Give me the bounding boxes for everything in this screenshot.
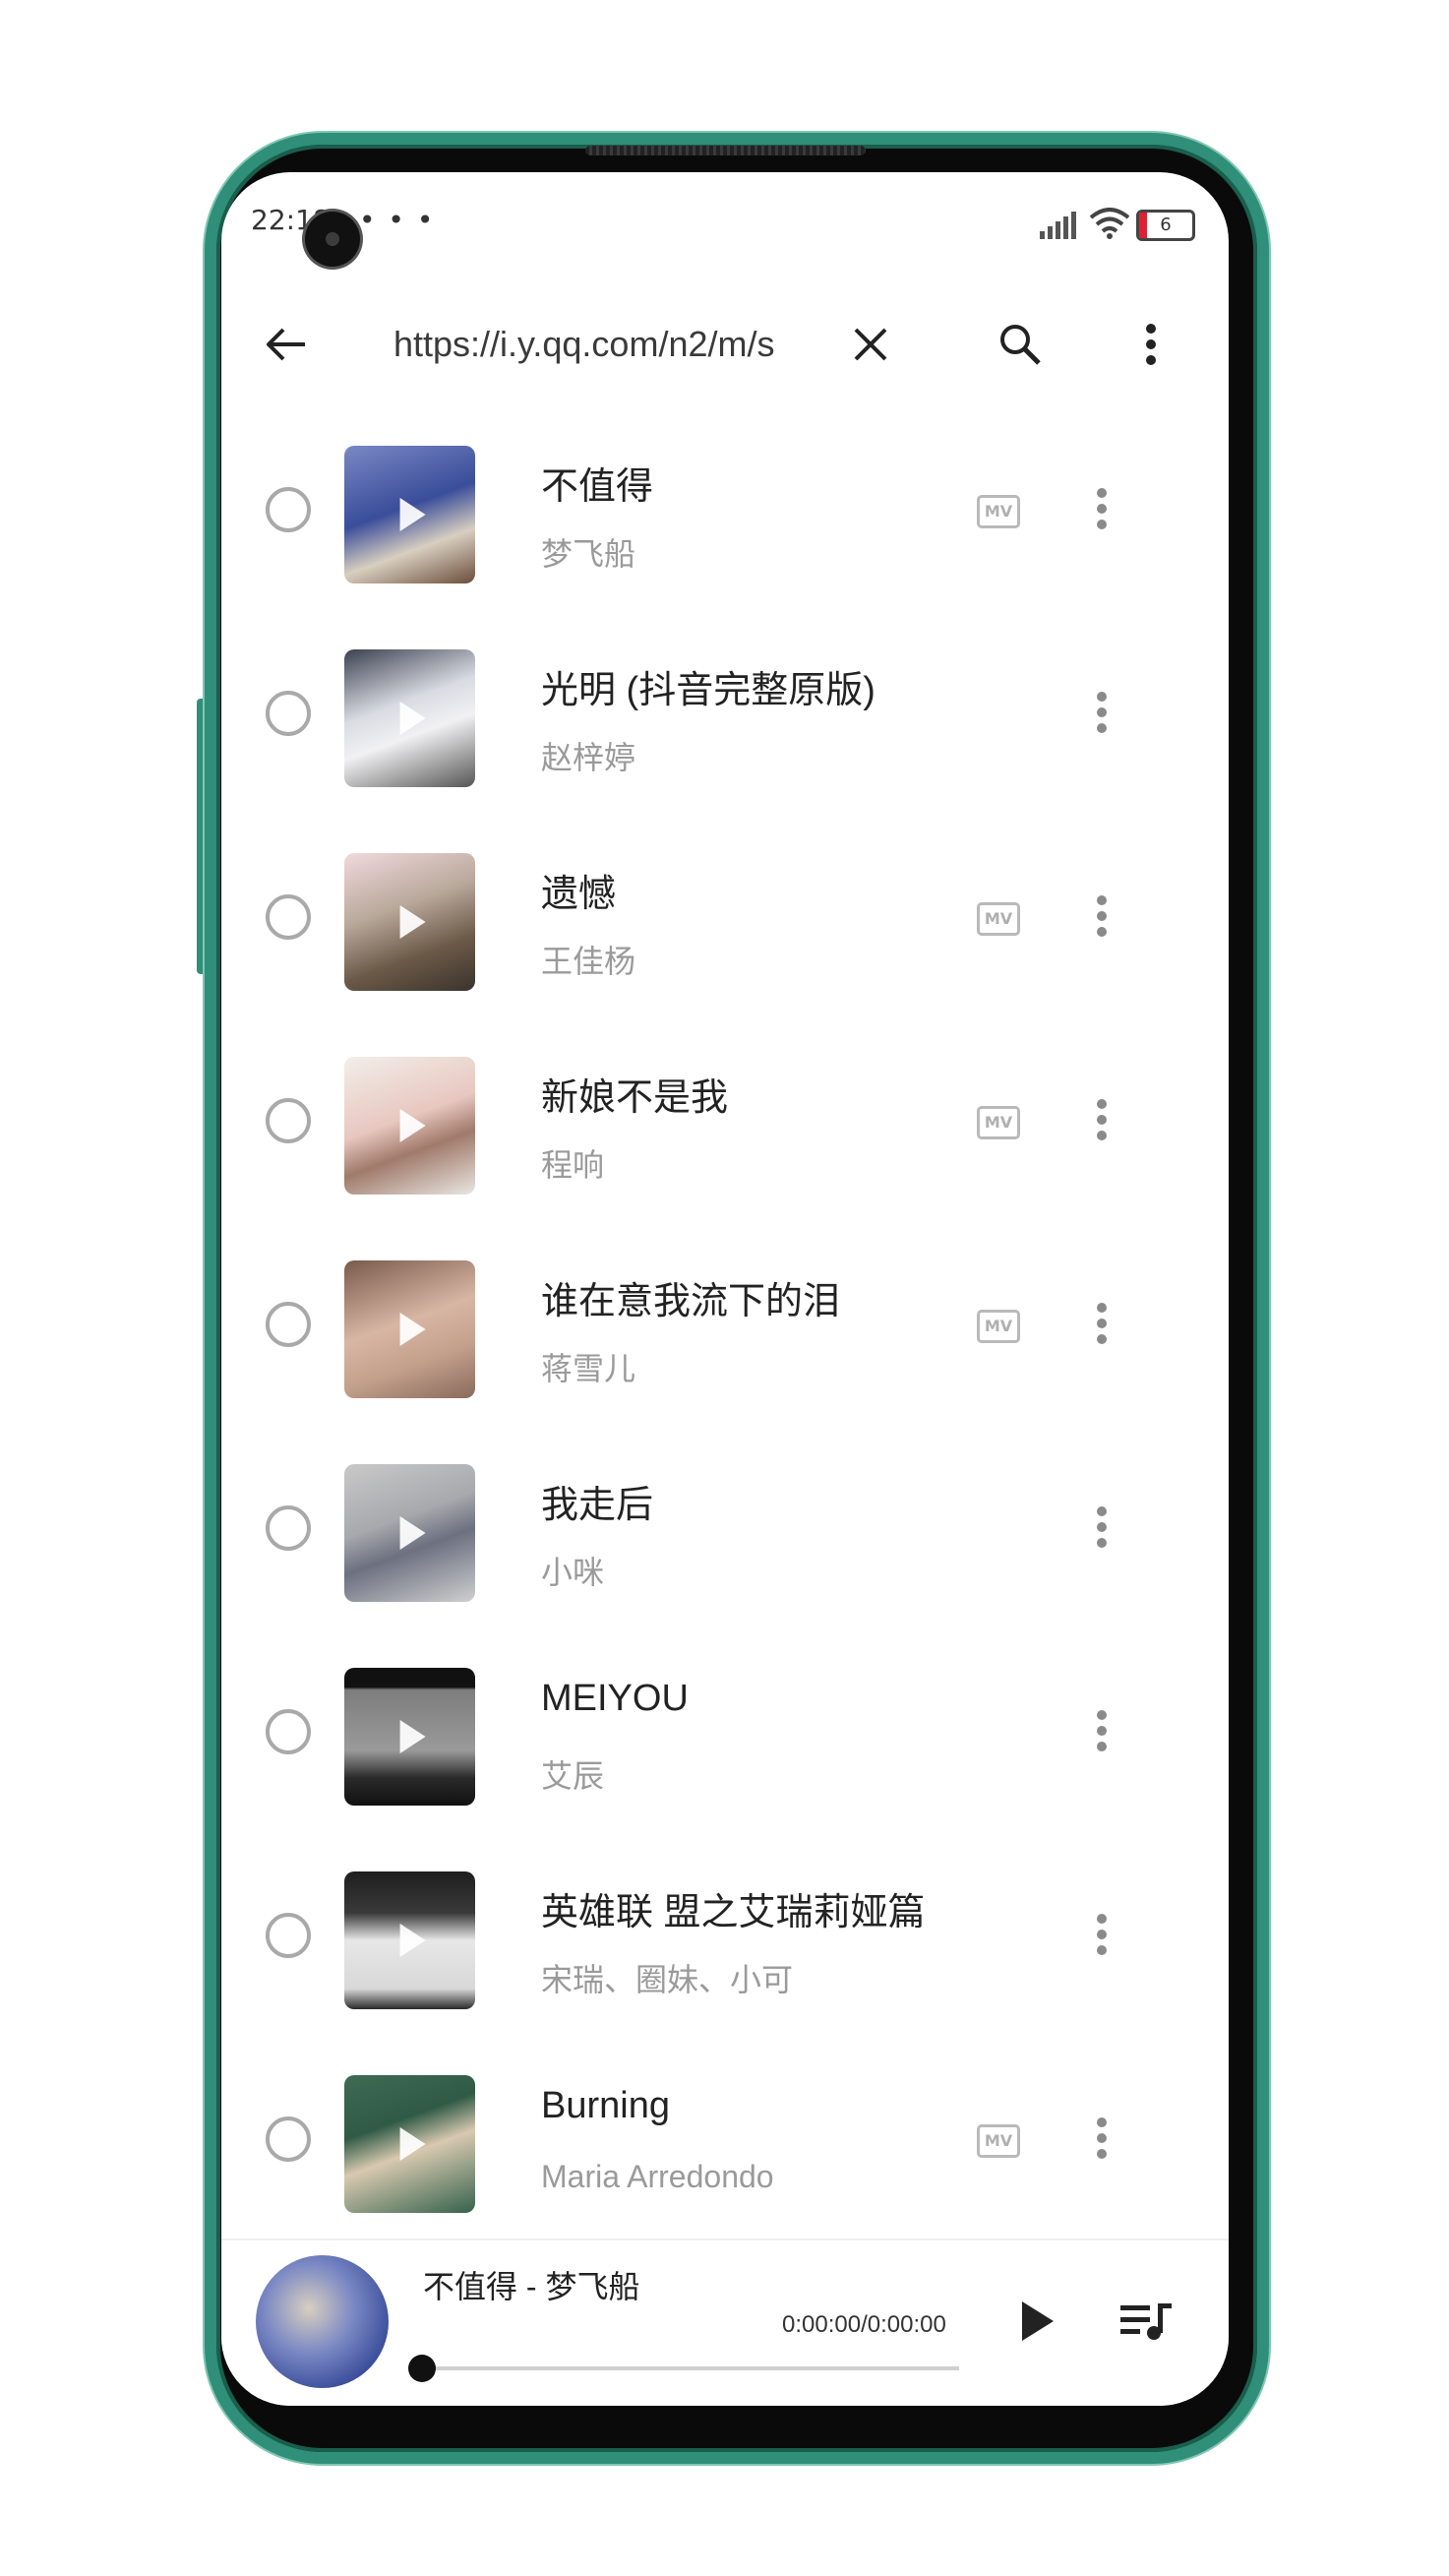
select-radio[interactable] — [266, 1709, 311, 1754]
more-options-button[interactable] — [1087, 891, 1117, 951]
select-radio[interactable] — [266, 691, 311, 736]
screen: 22:18 • • • 6 https://i.y.qq.com/n2/m/s — [221, 172, 1229, 2406]
mv-badge[interactable]: MV — [977, 902, 1020, 936]
song-row[interactable]: 我走后 小咪 — [221, 1432, 1229, 1635]
play-icon — [399, 2127, 426, 2161]
now-playing-title: 不值得 - 梦飞船 — [423, 2269, 640, 2304]
play-icon — [399, 498, 426, 531]
more-options-button[interactable] — [1087, 1910, 1117, 1969]
search-icon — [1000, 325, 1041, 365]
song-title: 英雄联 盟之艾瑞莉娅篇 — [541, 1892, 926, 1933]
select-radio[interactable] — [266, 1505, 311, 1551]
song-artist: 艾辰 — [541, 1758, 605, 1794]
song-title: 光明 (抖音完整原版) — [541, 670, 875, 711]
song-title: 不值得 — [541, 466, 654, 508]
song-title: MEIYOU — [541, 1678, 689, 1719]
queue-music-icon — [1120, 2303, 1172, 2340]
play-icon — [399, 1516, 426, 1550]
arrow-left-icon — [267, 328, 305, 361]
more-options-button[interactable] — [1087, 484, 1117, 543]
album-cover[interactable] — [344, 1871, 475, 2009]
song-title: 谁在意我流下的泪 — [541, 1281, 841, 1322]
signal-icon — [1040, 212, 1076, 239]
song-artist: Maria Arredondo — [541, 2159, 774, 2194]
playback-time: 0:00:00/0:00:00 — [782, 2311, 946, 2338]
more-options-button[interactable] — [1087, 1706, 1117, 1765]
more-options-button[interactable] — [1087, 2114, 1117, 2173]
status-bar: 22:18 • • • 6 — [221, 172, 1229, 271]
album-cover[interactable] — [344, 1260, 475, 1398]
more-options-button[interactable] — [1087, 1095, 1117, 1154]
album-cover[interactable] — [344, 2075, 475, 2213]
song-artist: 梦飞船 — [541, 536, 636, 572]
song-list: 不值得 梦飞船 MV 光明 (抖音完整原版) 赵梓婷 遗憾 王佳杨 MV 新娘不… — [221, 413, 1229, 2246]
more-vert-icon — [1146, 324, 1156, 365]
album-cover[interactable] — [344, 853, 475, 991]
front-camera — [305, 212, 360, 267]
song-title: Burning — [541, 2085, 670, 2126]
song-artist: 蒋雪儿 — [541, 1351, 636, 1386]
mini-player: 不值得 - 梦飞船 0:00:00/0:00:00 — [221, 2239, 1229, 2406]
mv-badge[interactable]: MV — [977, 2124, 1020, 2158]
play-icon — [1022, 2301, 1054, 2341]
seek-bar[interactable] — [428, 2366, 959, 2370]
select-radio[interactable] — [266, 1913, 311, 1958]
play-icon — [399, 1313, 426, 1346]
play-icon — [399, 905, 426, 939]
more-options-button[interactable] — [1087, 1299, 1117, 1358]
battery-icon: 6 — [1136, 210, 1195, 241]
now-playing-cover[interactable] — [256, 2255, 389, 2388]
earpiece-speaker — [585, 146, 866, 155]
song-row[interactable]: 不值得 梦飞船 MV — [221, 413, 1229, 617]
search-button[interactable] — [994, 318, 1047, 371]
album-cover[interactable] — [344, 1464, 475, 1602]
url-field[interactable]: https://i.y.qq.com/n2/m/s — [393, 320, 816, 369]
select-radio[interactable] — [266, 1302, 311, 1347]
select-radio[interactable] — [266, 2116, 311, 2162]
play-icon — [399, 1720, 426, 1753]
select-radio[interactable] — [266, 1098, 311, 1143]
more-options-button[interactable] — [1087, 688, 1117, 747]
song-title: 我走后 — [541, 1485, 654, 1526]
song-artist: 小咪 — [541, 1555, 605, 1590]
mv-badge[interactable]: MV — [977, 1106, 1020, 1139]
song-artist: 赵梓婷 — [541, 740, 636, 775]
play-icon — [399, 1109, 426, 1142]
album-cover[interactable] — [344, 446, 475, 583]
album-cover[interactable] — [344, 1668, 475, 1806]
song-artist: 宋瑞、圈妹、小可 — [541, 1962, 794, 1997]
song-row[interactable]: 英雄联 盟之艾瑞莉娅篇 宋瑞、圈妹、小可 — [221, 1839, 1229, 2043]
wifi-icon — [1089, 208, 1130, 239]
back-button[interactable] — [256, 320, 315, 369]
seek-handle[interactable] — [408, 2355, 436, 2382]
select-radio[interactable] — [266, 894, 311, 940]
notification-dots: • • • — [359, 204, 436, 236]
playlist-button[interactable] — [1112, 2292, 1180, 2351]
play-icon — [399, 1924, 426, 1957]
play-button[interactable] — [1008, 2292, 1067, 2351]
mv-badge[interactable]: MV — [977, 495, 1020, 528]
mv-badge[interactable]: MV — [977, 1310, 1020, 1343]
song-title: 遗憾 — [541, 874, 617, 915]
close-icon — [854, 328, 887, 361]
song-row[interactable]: 遗憾 王佳杨 MV — [221, 821, 1229, 1024]
clear-button[interactable] — [846, 320, 895, 369]
song-artist: 程响 — [541, 1147, 605, 1183]
play-icon — [399, 702, 426, 735]
album-cover[interactable] — [344, 1057, 475, 1195]
top-app-bar: https://i.y.qq.com/n2/m/s — [221, 280, 1229, 408]
song-row[interactable]: MEIYOU 艾辰 — [221, 1635, 1229, 1839]
song-row[interactable]: 新娘不是我 程响 MV — [221, 1024, 1229, 1228]
song-row[interactable]: 光明 (抖音完整原版) 赵梓婷 — [221, 617, 1229, 821]
song-artist: 王佳杨 — [541, 944, 636, 979]
song-title: 新娘不是我 — [541, 1077, 729, 1119]
song-row[interactable]: Burning Maria Arredondo MV — [221, 2043, 1229, 2246]
select-radio[interactable] — [266, 487, 311, 532]
song-row[interactable]: 谁在意我流下的泪 蒋雪儿 MV — [221, 1228, 1229, 1432]
overflow-menu-button[interactable] — [1131, 318, 1171, 371]
album-cover[interactable] — [344, 649, 475, 787]
more-options-button[interactable] — [1087, 1503, 1117, 1562]
